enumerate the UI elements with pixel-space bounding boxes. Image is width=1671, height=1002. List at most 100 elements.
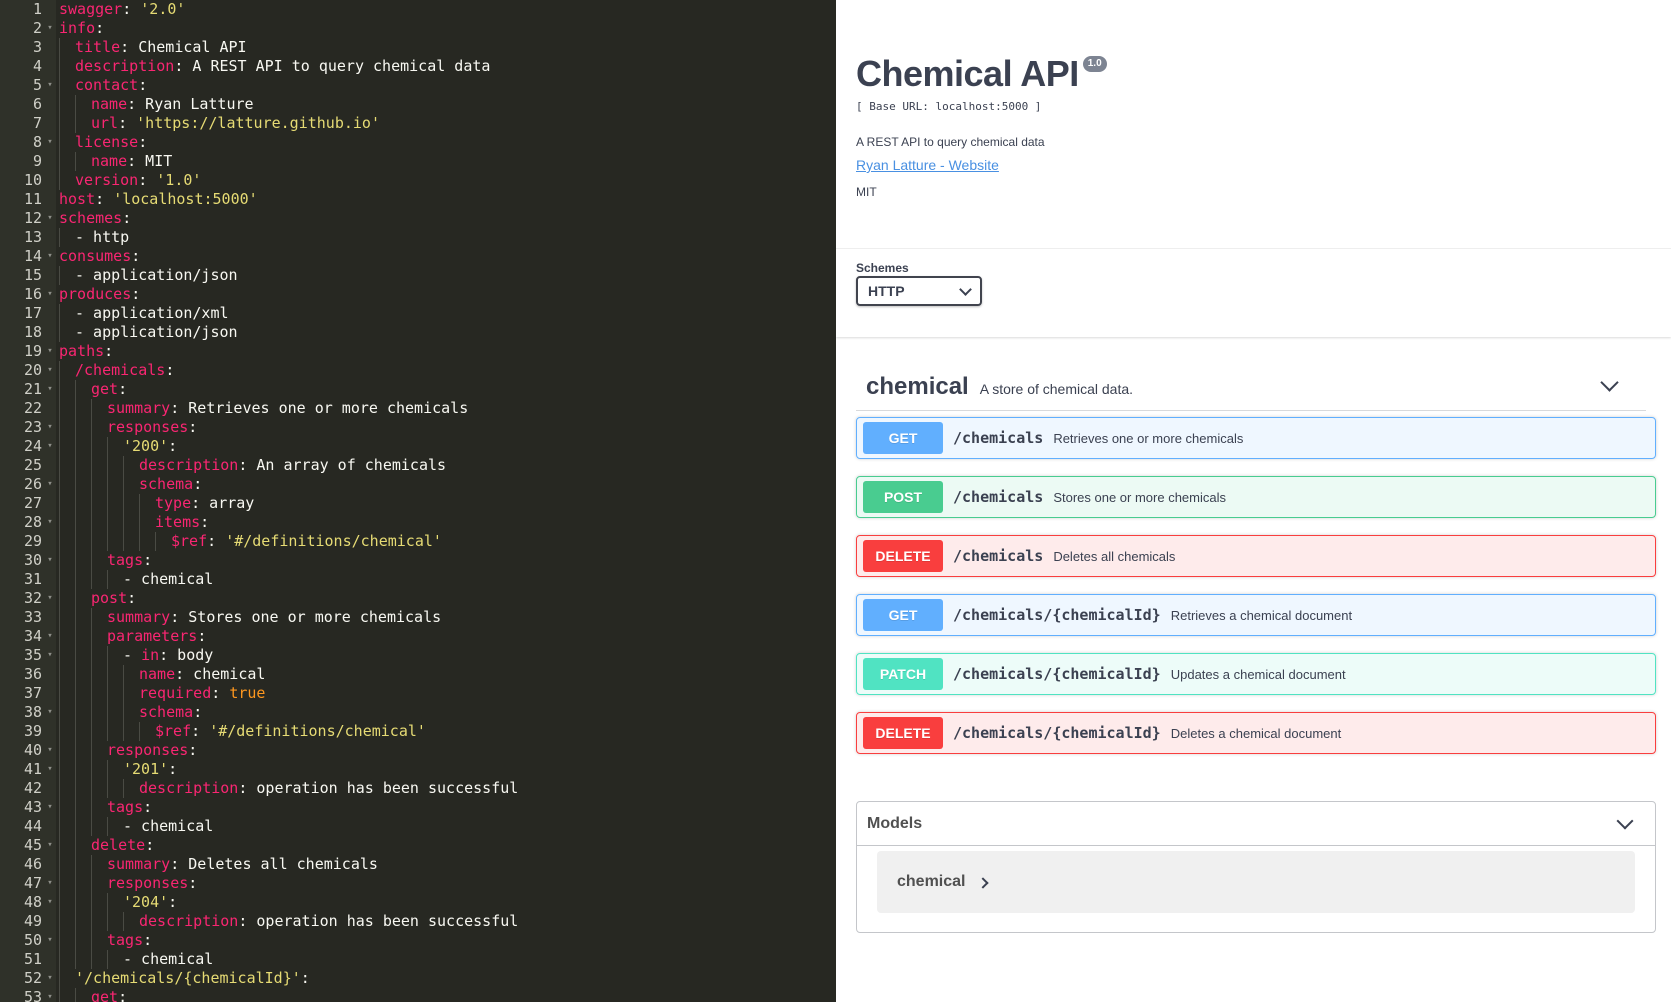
fold-arrow-icon[interactable]: ▾	[45, 475, 55, 494]
fold-arrow-icon[interactable]: ▾	[45, 76, 55, 95]
contact-link[interactable]: Ryan Latture - Website	[856, 157, 999, 173]
code-line[interactable]: 24 ▾ '200':	[0, 437, 836, 456]
code-line[interactable]: 51 - chemical	[0, 950, 836, 969]
code-line[interactable]: 35 ▾ - in: body	[0, 646, 836, 665]
code-line[interactable]: 5 ▾ contact:	[0, 76, 836, 95]
code-line[interactable]: 23 ▾ responses:	[0, 418, 836, 437]
fold-arrow-icon[interactable]: ▾	[45, 589, 55, 608]
fold-arrow-icon[interactable]: ▾	[45, 988, 55, 1002]
fold-arrow-icon[interactable]: ▾	[45, 874, 55, 893]
code-line[interactable]: 4 description: A REST API to query chemic…	[0, 57, 836, 76]
tag-header-chemical[interactable]: chemical A store of chemical data.	[856, 364, 1646, 411]
code-line[interactable]: 18 - application/json	[0, 323, 836, 342]
code-line[interactable]: 41 ▾ '201':	[0, 760, 836, 779]
editor-lines[interactable]: 1 swagger: '2.0' 2 ▾ info: 3 title: Chemical A…	[0, 0, 836, 1002]
chevron-down-icon[interactable]	[1600, 373, 1619, 392]
code-line[interactable]: 11 host: 'localhost:5000'	[0, 190, 836, 209]
fold-arrow-icon[interactable]: ▾	[45, 969, 55, 988]
operation-post[interactable]: POST/chemicals Stores one or more chemica…	[856, 476, 1656, 518]
models-header[interactable]: Models	[857, 802, 1655, 846]
code-line[interactable]: 17 - application/xml	[0, 304, 836, 323]
code-line[interactable]: 42 description: operation has been succes…	[0, 779, 836, 798]
code-line[interactable]: 40 ▾ responses:	[0, 741, 836, 760]
fold-arrow-icon[interactable]: ▾	[45, 627, 55, 646]
code-token: : operation has been successful	[238, 779, 519, 797]
code-line[interactable]: 10 version: '1.0'	[0, 171, 836, 190]
fold-arrow-icon[interactable]: ▾	[45, 437, 55, 456]
code-line[interactable]: 30 ▾ tags:	[0, 551, 836, 570]
chevron-down-icon[interactable]	[1616, 812, 1634, 830]
code-line[interactable]: 28 ▾ items:	[0, 513, 836, 532]
code-line[interactable]: 39 $ref: '#/definitions/chemical'	[0, 722, 836, 741]
fold-arrow-icon[interactable]: ▾	[45, 133, 55, 152]
schemes-select[interactable]: HTTP	[856, 276, 982, 306]
fold-arrow-icon[interactable]: ▾	[45, 646, 55, 665]
code-line[interactable]: 25 description: An array of chemicals	[0, 456, 836, 475]
code-line[interactable]: 12 ▾ schemes:	[0, 209, 836, 228]
code-line[interactable]: 31 - chemical	[0, 570, 836, 589]
operation-delete[interactable]: DELETE/chemicals/{chemicalId} Deletes a c…	[856, 712, 1656, 754]
code-line[interactable]: 44 - chemical	[0, 817, 836, 836]
code-line[interactable]: 52 ▾ '/chemicals/{chemicalId}':	[0, 969, 836, 988]
code-line[interactable]: 47 ▾ responses:	[0, 874, 836, 893]
fold-arrow-icon[interactable]: ▾	[45, 703, 55, 722]
code-line[interactable]: 32 ▾ post:	[0, 589, 836, 608]
fold-arrow-icon[interactable]: ▾	[45, 931, 55, 950]
code-line[interactable]: 33 summary: Stores one or more chemicals	[0, 608, 836, 627]
operation-delete[interactable]: DELETE/chemicals Deletes all chemicals	[856, 535, 1656, 577]
indent-guide	[107, 893, 108, 912]
code-line[interactable]: 20 ▾ /chemicals:	[0, 361, 836, 380]
fold-arrow-icon[interactable]: ▾	[45, 741, 55, 760]
yaml-editor[interactable]: 1 swagger: '2.0' 2 ▾ info: 3 title: Chemical A…	[0, 0, 836, 1002]
code-line[interactable]: 9 name: MIT	[0, 152, 836, 171]
code-line[interactable]: 50 ▾ tags:	[0, 931, 836, 950]
code-line[interactable]: 22 summary: Retrieves one or more chemica…	[0, 399, 836, 418]
code-line[interactable]: 36 name: chemical	[0, 665, 836, 684]
code-line[interactable]: 29 $ref: '#/definitions/chemical'	[0, 532, 836, 551]
operation-get[interactable]: GET/chemicals/{chemicalId} Retrieves a ch…	[856, 594, 1656, 636]
code-line[interactable]: 15 - application/json	[0, 266, 836, 285]
code-line[interactable]: 1 swagger: '2.0'	[0, 0, 836, 19]
code-line[interactable]: 46 summary: Deletes all chemicals	[0, 855, 836, 874]
fold-arrow-icon[interactable]: ▾	[45, 285, 55, 304]
code-line[interactable]: 49 description: operation has been succes…	[0, 912, 836, 931]
fold-arrow-icon[interactable]: ▾	[45, 361, 55, 380]
code-line[interactable]: 21 ▾ get:	[0, 380, 836, 399]
code-line[interactable]: 19 ▾ paths:	[0, 342, 836, 361]
code-text: /chemicals:	[75, 361, 174, 380]
fold-arrow-icon[interactable]: ▾	[45, 798, 55, 817]
operation-get[interactable]: GET/chemicals Retrieves one or more chemi…	[856, 417, 1656, 459]
code-line[interactable]: 3 title: Chemical API	[0, 38, 836, 57]
code-line[interactable]: 16 ▾ produces:	[0, 285, 836, 304]
code-line[interactable]: 38 ▾ schema:	[0, 703, 836, 722]
fold-arrow-icon[interactable]: ▾	[45, 247, 55, 266]
fold-arrow-icon[interactable]: ▾	[45, 893, 55, 912]
code-line[interactable]: 2 ▾ info:	[0, 19, 836, 38]
fold-arrow-icon[interactable]: ▾	[45, 380, 55, 399]
code-line[interactable]: 7 url: 'https://latture.github.io'	[0, 114, 836, 133]
code-line[interactable]: 43 ▾ tags:	[0, 798, 836, 817]
fold-arrow-icon[interactable]: ▾	[45, 418, 55, 437]
code-line[interactable]: 6 name: Ryan Latture	[0, 95, 836, 114]
code-line[interactable]: 26 ▾ schema:	[0, 475, 836, 494]
code-line[interactable]: 45 ▾ delete:	[0, 836, 836, 855]
code-line[interactable]: 48 ▾ '204':	[0, 893, 836, 912]
fold-arrow-icon[interactable]: ▾	[45, 760, 55, 779]
indent-guide	[123, 475, 124, 494]
code-line[interactable]: 34 ▾ parameters:	[0, 627, 836, 646]
code-line[interactable]: 53 ▾ get:	[0, 988, 836, 1002]
code-line[interactable]: 27 type: array	[0, 494, 836, 513]
fold-arrow-icon[interactable]: ▾	[45, 209, 55, 228]
code-line[interactable]: 8 ▾ license:	[0, 133, 836, 152]
operation-patch[interactable]: PATCH/chemicals/{chemicalId} Updates a ch…	[856, 653, 1656, 695]
fold-arrow-icon[interactable]: ▾	[45, 513, 55, 532]
fold-arrow-icon[interactable]: ▾	[45, 19, 55, 38]
code-line[interactable]: 14 ▾ consumes:	[0, 247, 836, 266]
fold-arrow-icon[interactable]: ▾	[45, 551, 55, 570]
indent-guide	[107, 760, 108, 779]
code-line[interactable]: 13 - http	[0, 228, 836, 247]
fold-arrow-icon[interactable]: ▾	[45, 836, 55, 855]
code-line[interactable]: 37 required: true	[0, 684, 836, 703]
model-item[interactable]: chemical	[877, 851, 1635, 913]
fold-arrow-icon[interactable]: ▾	[45, 342, 55, 361]
